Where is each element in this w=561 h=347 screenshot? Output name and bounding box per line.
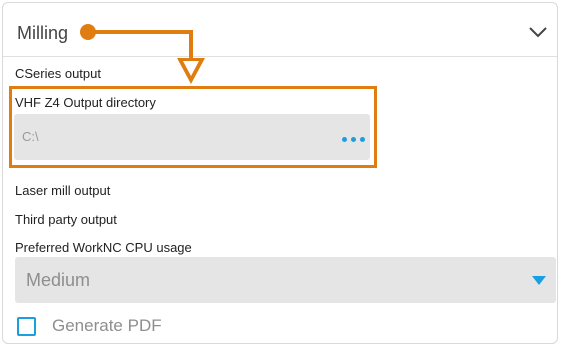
- vhf-output-directory-field[interactable]: C:\: [14, 114, 370, 160]
- vhf-output-directory-value: C:\: [22, 129, 39, 144]
- chevron-down-icon[interactable]: [528, 25, 548, 39]
- generate-pdf-label[interactable]: Generate PDF: [52, 316, 162, 336]
- generate-pdf-checkbox[interactable]: [17, 317, 36, 336]
- third-party-output-label: Third party output: [15, 212, 117, 227]
- cpu-usage-select[interactable]: Medium: [15, 257, 556, 303]
- browse-more-icon[interactable]: [342, 137, 366, 143]
- laser-mill-output-label: Laser mill output: [15, 183, 111, 198]
- section-header[interactable]: Milling: [3, 3, 557, 57]
- caret-down-icon[interactable]: [532, 276, 546, 285]
- section-title: Milling: [17, 23, 69, 43]
- cpu-usage-selected-value: Medium: [26, 270, 91, 290]
- vhf-output-directory-label: VHF Z4 Output directory: [15, 95, 156, 110]
- cseries-output-label: CSeries output: [15, 66, 101, 81]
- cpu-usage-label: Preferred WorkNC CPU usage: [15, 240, 192, 255]
